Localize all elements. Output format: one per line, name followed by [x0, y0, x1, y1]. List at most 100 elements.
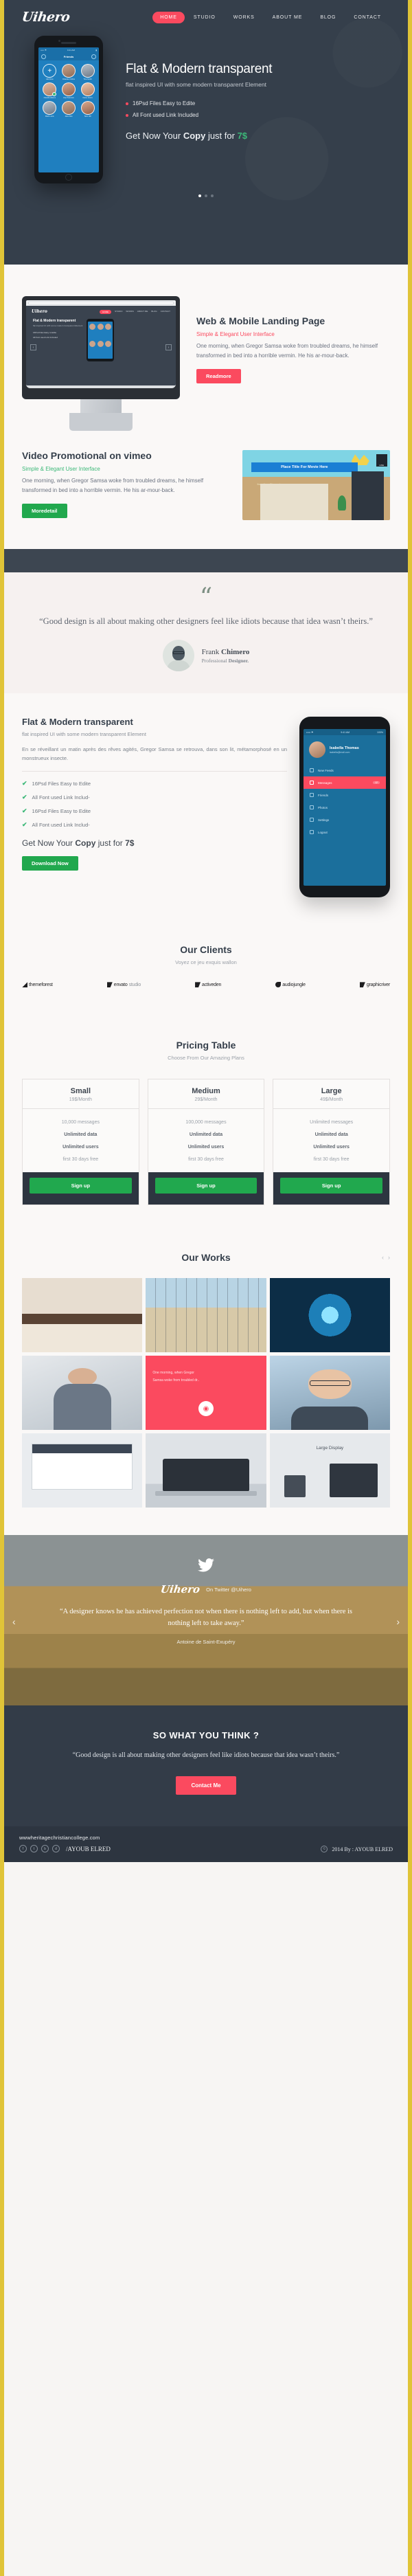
- nav-links: HOME STUDIO WORKS ABOUT ME BLOG CONTACT: [152, 11, 390, 23]
- menu-label: Settings: [318, 818, 330, 822]
- avatar[interactable]: [61, 64, 76, 78]
- mockup-nav-item[interactable]: BLOG: [151, 310, 157, 314]
- mockup-nav-item[interactable]: CONTACT: [161, 310, 170, 314]
- slider-dot[interactable]: [211, 194, 214, 197]
- slider-dot[interactable]: [198, 194, 201, 197]
- signup-button-small[interactable]: Sign up: [30, 1178, 132, 1194]
- menu-item-new-feeds[interactable]: New Feeds: [304, 764, 386, 776]
- client-logo-themeforest[interactable]: themeforest: [22, 982, 53, 988]
- checklist-item: ✔ All Font used Link Includ-: [22, 794, 287, 801]
- address-bar[interactable]: [28, 302, 174, 304]
- client-logo-audiojungle[interactable]: audiojungle: [275, 982, 306, 988]
- menu-item-logout[interactable]: Logout: [304, 826, 386, 838]
- avatar[interactable]: [80, 64, 95, 78]
- nav-item-about-me[interactable]: ABOUT ME: [264, 12, 312, 23]
- client-logo-envatostudio[interactable]: envato studio: [106, 982, 141, 988]
- main-navigation: Uihero HOME STUDIO WORKS ABOUT ME BLOG C…: [4, 0, 408, 32]
- mockup-body: Flat & Modern transparent flat inspired …: [26, 317, 176, 363]
- like-badge: LIKE: [376, 454, 387, 467]
- settings-icon[interactable]: [91, 54, 96, 59]
- plan-name: Small: [70, 1087, 91, 1096]
- messages-count-badge: 12: [373, 781, 380, 785]
- works-prev-arrow[interactable]: ‹: [382, 1254, 384, 1261]
- footer-handle[interactable]: /AYOUB ELRED: [66, 1846, 111, 1852]
- plan-feature-text: Unlimited data: [314, 1132, 348, 1138]
- avatar[interactable]: [43, 82, 57, 96]
- pricing-card-medium: Medium 29$/Month 100,000 messages Unlimi…: [147, 1079, 265, 1206]
- moredetail-button[interactable]: Moredetail: [22, 504, 67, 518]
- laptop-screen: [162, 1459, 250, 1492]
- works-next-arrow[interactable]: ›: [388, 1254, 390, 1261]
- mockup-prev-arrow[interactable]: ‹: [30, 344, 36, 351]
- features-subtitle: flat inspired UI with some modern transp…: [22, 731, 146, 738]
- iphone-device: ••••• ⚑ 9:41 AM ▮ Friends + Add New Chane…: [34, 36, 103, 183]
- mockup-nav-item[interactable]: HOME: [100, 309, 112, 314]
- add-friend-icon[interactable]: +: [43, 64, 57, 78]
- avatar-label: Mark Levis: [45, 115, 54, 117]
- mockup-nav-links: HOME STUDIO WORKS ABOUT ME BLOG CONTACT: [100, 309, 170, 314]
- menu-item-settings[interactable]: Settings: [304, 814, 386, 826]
- work-item-4[interactable]: [22, 1356, 143, 1431]
- behance-icon[interactable]: b: [41, 1845, 49, 1853]
- menu-label: Friends: [318, 793, 329, 797]
- menu-item-friends[interactable]: Friends: [304, 789, 386, 801]
- video-thumbnail[interactable]: Place Title For Movie Here from Your Cha…: [242, 450, 390, 520]
- avatar[interactable]: [80, 82, 95, 96]
- nav-item-contact[interactable]: CONTACT: [345, 12, 390, 23]
- twitter-icon[interactable]: t: [30, 1845, 38, 1853]
- work-item-9[interactable]: Large Display: [269, 1433, 390, 1508]
- signup-button-medium[interactable]: Sign up: [154, 1178, 258, 1194]
- work-item-2[interactable]: [146, 1278, 266, 1353]
- plan-footer: Sign up: [273, 1172, 390, 1205]
- nav-item-studio[interactable]: STUDIO: [185, 12, 225, 23]
- client-logo-activeden[interactable]: activeden: [195, 982, 221, 988]
- avatar[interactable]: [61, 82, 76, 96]
- dribbble-icon[interactable]: d: [52, 1845, 60, 1853]
- mockup-next-arrow[interactable]: ›: [165, 344, 172, 351]
- facebook-icon[interactable]: f: [19, 1845, 27, 1853]
- plan-feature: Unlimited users: [25, 1145, 136, 1150]
- nav-item-blog[interactable]: BLOG: [311, 12, 345, 23]
- hero-copy: Flat & Modern transparent flat inspired …: [106, 32, 390, 183]
- twitter-next-arrow[interactable]: ›: [396, 1616, 400, 1627]
- twitter-handle[interactable]: On Twitter @Uihero: [206, 1587, 251, 1593]
- cta-quote: “Good design is all about making other d…: [72, 1751, 340, 1760]
- site-logo[interactable]: Uihero: [21, 10, 70, 25]
- web-mobile-copy: Web & Mobile Landing Page Simple & Elega…: [180, 296, 390, 383]
- works-section: Our Works ‹ › One morning, when Gregor Sa…: [4, 1231, 408, 1536]
- mockup-nav-item[interactable]: WORKS: [126, 310, 133, 314]
- avatar[interactable]: [80, 101, 95, 115]
- work-item-6[interactable]: [269, 1356, 390, 1431]
- avatar[interactable]: [61, 101, 76, 115]
- contact-me-button[interactable]: Contact Me: [176, 1776, 236, 1795]
- work-item-7[interactable]: [22, 1433, 143, 1508]
- menu-item-messages[interactable]: Messages 12: [304, 776, 386, 789]
- work-item-5[interactable]: One morning, when Gregor Samsa woke from …: [146, 1356, 266, 1431]
- imac-mockup: Uihero HOME STUDIO WORKS ABOUT ME BLOG C…: [22, 296, 180, 431]
- mockup-nav-item[interactable]: STUDIO: [115, 310, 122, 314]
- work-item-3[interactable]: [269, 1278, 390, 1353]
- work-item-1[interactable]: [22, 1278, 143, 1353]
- client-logo-graphicriver[interactable]: graphicriver: [359, 982, 390, 988]
- signup-button-large[interactable]: Sign up: [280, 1178, 383, 1194]
- home-button-icon[interactable]: [65, 174, 72, 181]
- footer-website[interactable]: wwwheritagechristiancollege.com: [19, 1835, 111, 1841]
- web-mobile-section: Uihero HOME STUDIO WORKS ABOUT ME BLOG C…: [4, 265, 408, 438]
- chat-icon[interactable]: [41, 54, 46, 59]
- nav-item-home[interactable]: HOME: [152, 11, 185, 23]
- avatar[interactable]: [43, 101, 57, 115]
- work-item-8[interactable]: [146, 1433, 266, 1508]
- download-now-button[interactable]: Download Now: [22, 855, 78, 871]
- envato-icon: [106, 982, 113, 988]
- view-icon[interactable]: ◉: [198, 1401, 214, 1417]
- slider-dot[interactable]: [205, 194, 207, 197]
- nav-item-works[interactable]: WORKS: [225, 12, 264, 23]
- plan-feature: first 30 days free: [62, 1157, 99, 1163]
- mockup-nav-item[interactable]: ABOUT ME: [137, 310, 148, 314]
- readmore-button[interactable]: Readmore: [196, 369, 241, 383]
- plan-features: 10,000 messages Unlimited data Unlimited…: [23, 1109, 139, 1172]
- menu-item-photos[interactable]: Photos: [304, 801, 386, 814]
- twitter-prev-arrow[interactable]: ‹: [12, 1616, 16, 1627]
- avatar: [162, 640, 194, 672]
- phone-menu: New Feeds Messages 12 Friends Photos Sett…: [304, 764, 386, 838]
